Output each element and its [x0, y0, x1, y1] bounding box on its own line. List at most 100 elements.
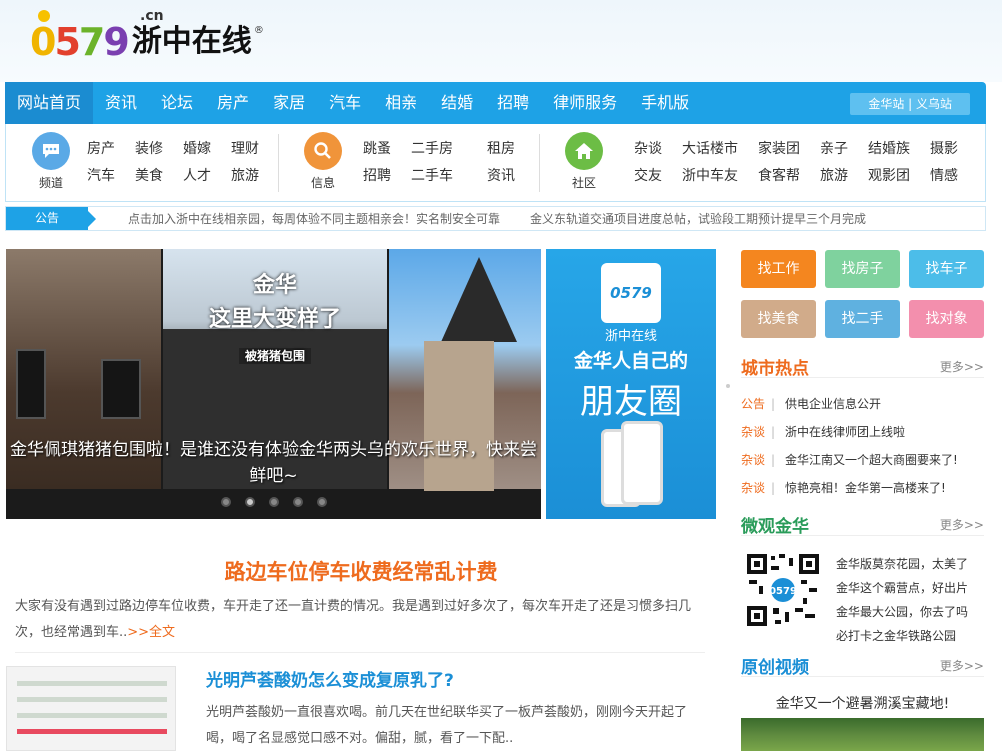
video-caption[interactable]: 金华又一个避暑溯溪宝藏地! [741, 693, 984, 713]
qr-code: 0579 [745, 552, 821, 628]
nav-item-news[interactable]: 资讯 [93, 82, 149, 124]
find-secondhand-button[interactable]: 找二手 [825, 300, 900, 338]
subnav-link[interactable]: 食客帮 [758, 163, 820, 190]
nav-item-lawyer[interactable]: 律师服务 [541, 82, 629, 124]
read-more-link[interactable]: >>全文 [127, 625, 175, 640]
subnav-link[interactable]: 人才 [183, 163, 231, 190]
subnav-link[interactable]: 摄影 [930, 136, 970, 163]
home-icon[interactable] [565, 132, 603, 170]
subnav-link[interactable]: 装修 [135, 136, 183, 163]
hot-text[interactable]: 金华江南又一个超大商圈要来了! [785, 453, 958, 467]
hot-text[interactable]: 浙中在线律师团上线啦 [785, 425, 905, 439]
image-carousel[interactable]: 金华 这里大变样了被猪猪包围 金华佩琪猪猪包围啦！是谁还没有体验金华两头乌的欢乐… [6, 249, 541, 519]
subnav-group-channel: 频道 房产 装修 婚嫁 理财 汽车 美食 人才 旅游 [6, 124, 276, 202]
nav-item-forum[interactable]: 论坛 [149, 82, 205, 124]
find-partner-button[interactable]: 找对象 [909, 300, 984, 338]
subnav-link[interactable]: 资讯 [487, 163, 535, 190]
subnav-link[interactable]: 大话楼市 [682, 136, 758, 163]
subnav-link[interactable]: 旅游 [231, 163, 279, 190]
subnav-link[interactable]: 杂谈 [634, 136, 682, 163]
headline-title[interactable]: 路边车位停车收费经常乱计费 [0, 556, 722, 586]
nav-item-auto[interactable]: 汽车 [317, 82, 373, 124]
video-thumbnail[interactable] [741, 718, 984, 751]
subnav-link[interactable]: 汽车 [87, 163, 135, 190]
find-car-button[interactable]: 找车子 [909, 250, 984, 288]
carousel-dots [6, 492, 541, 511]
nav-item-home[interactable]: 网站首页 [5, 82, 94, 124]
subnav-link[interactable]: 招聘 [363, 163, 411, 190]
subnav-link[interactable]: 亲子 [820, 136, 868, 163]
article-title[interactable]: 光明芦荟酸奶怎么变成复原乳了? [206, 666, 454, 691]
nav-item-home-deco[interactable]: 家居 [261, 82, 317, 124]
photo-window [16, 349, 46, 419]
subnav-link[interactable]: 房产 [87, 136, 135, 163]
subnav-link[interactable]: 家装团 [758, 136, 820, 163]
more-link[interactable]: 更多>> [940, 358, 984, 375]
subnav-link[interactable]: 理财 [231, 136, 279, 163]
more-link[interactable]: 更多>> [940, 516, 984, 533]
article-summary: 光明芦荟酸奶一直很喜欢喝。前几天在世纪联华买了一板芦荟酸奶，刚刚今天开起了喝，喝… [206, 705, 688, 746]
divider [15, 652, 705, 653]
micro-item[interactable]: 金华版莫奈花园，太美了 [836, 552, 968, 576]
micro-item[interactable]: 金华这个霸营点，好出片 [836, 576, 968, 600]
subnav-group-community: 社区 杂谈 大话楼市 家装团 亲子 结婚族 摄影 交友 浙中车友 食客帮 旅游 … [556, 124, 986, 202]
chat-bubble-icon[interactable] [32, 132, 70, 170]
photo-window [101, 359, 141, 419]
hot-text[interactable]: 惊艳亮相！金华第一高楼来了! [785, 481, 946, 495]
find-job-button[interactable]: 找工作 [741, 250, 816, 288]
video-header: 原创视频 更多>> [741, 653, 984, 678]
more-link[interactable]: 更多>> [940, 657, 984, 674]
notice-item[interactable]: 金义东轨道交通项目进度总帖，试验段工期预计提早三个月完成 [530, 210, 866, 227]
site-switcher[interactable]: 金华站 | 义乌站 [850, 93, 970, 115]
carousel-dot[interactable] [292, 497, 303, 507]
notice-label: 公告 [6, 207, 96, 230]
search-icon[interactable] [304, 132, 342, 170]
article-thumbnail[interactable] [6, 666, 176, 751]
subnav-link[interactable]: 浙中车友 [682, 163, 758, 190]
nav-item-realestate[interactable]: 房产 [205, 82, 261, 124]
subnav-link[interactable]: 交友 [634, 163, 682, 190]
subnav-link[interactable]: 结婚族 [868, 136, 930, 163]
carousel-dot[interactable] [244, 497, 255, 507]
notice-item[interactable]: 点击加入浙中在线相亲园，每周体验不同主题相亲会！实名制安全可靠 [128, 210, 500, 227]
thumb-line [17, 713, 167, 718]
subnav-link[interactable]: 美食 [135, 163, 183, 190]
hot-item[interactable]: 杂谈 | 惊艳亮相！金华第一高楼来了! [741, 479, 946, 496]
hot-item[interactable]: 杂谈 | 浙中在线律师团上线啦 [741, 423, 905, 440]
app-logo: 0579 [601, 263, 661, 323]
logo-digit: 7 [78, 20, 105, 64]
subnav-link[interactable]: 二手车 [411, 163, 487, 190]
subnav-link[interactable]: 观影团 [868, 163, 930, 190]
subnav-link[interactable]: 租房 [487, 136, 535, 163]
subnav-link[interactable]: 跳蚤 [363, 136, 411, 163]
site-logo[interactable]: 0 5 7 9 .cn 浙中在线 ® [30, 8, 264, 64]
carousel-caption[interactable]: 金华佩琪猪猪包围啦！是谁还没有体验金华两头乌的欢乐世界，快来尝鲜吧~ [6, 437, 541, 489]
promo-line: 朋友圈 [580, 382, 682, 422]
sub-nav: 频道 房产 装修 婚嫁 理财 汽车 美食 人才 旅游 信息 跳蚤 二手房 租房 … [5, 124, 986, 202]
carousel-dot[interactable] [220, 497, 231, 507]
subnav-link[interactable]: 情感 [930, 163, 970, 190]
nav-item-jobs[interactable]: 招聘 [485, 82, 541, 124]
subnav-link[interactable]: 二手房 [411, 136, 487, 163]
logo-tld: .cn [140, 8, 164, 24]
nav-item-dating[interactable]: 相亲 [373, 82, 429, 124]
subnav-group-label: 频道 [38, 176, 63, 190]
carousel-dot[interactable] [268, 497, 279, 507]
hot-item[interactable]: 公告 | 供电企业信息公开 [741, 395, 881, 412]
photo-title-text: 金华 这里大变样了 [208, 273, 341, 332]
nav-item-wedding[interactable]: 结婚 [429, 82, 485, 124]
logo-name: 浙中在线 [131, 24, 252, 59]
hot-text[interactable]: 供电企业信息公开 [785, 397, 881, 411]
micro-item[interactable]: 必打卡之金华铁路公园 [836, 624, 968, 648]
subnav-links: 房产 装修 婚嫁 理财 汽车 美食 人才 旅游 [87, 136, 279, 190]
subnav-link[interactable]: 旅游 [820, 163, 868, 190]
carousel-dot[interactable] [316, 497, 327, 507]
find-food-button[interactable]: 找美食 [741, 300, 816, 338]
app-promo-banner[interactable]: 0579 浙中在线 金华人自己的 朋友圈 [546, 249, 716, 519]
photo-subtitle: 被猪猪包围 [238, 348, 311, 364]
micro-item[interactable]: 金华最大公园，你去了吗 [836, 600, 968, 624]
nav-item-mobile[interactable]: 手机版 [629, 82, 701, 124]
find-house-button[interactable]: 找房子 [825, 250, 900, 288]
subnav-link[interactable]: 婚嫁 [183, 136, 231, 163]
hot-item[interactable]: 杂谈 | 金华江南又一个超大商圈要来了! [741, 451, 958, 468]
